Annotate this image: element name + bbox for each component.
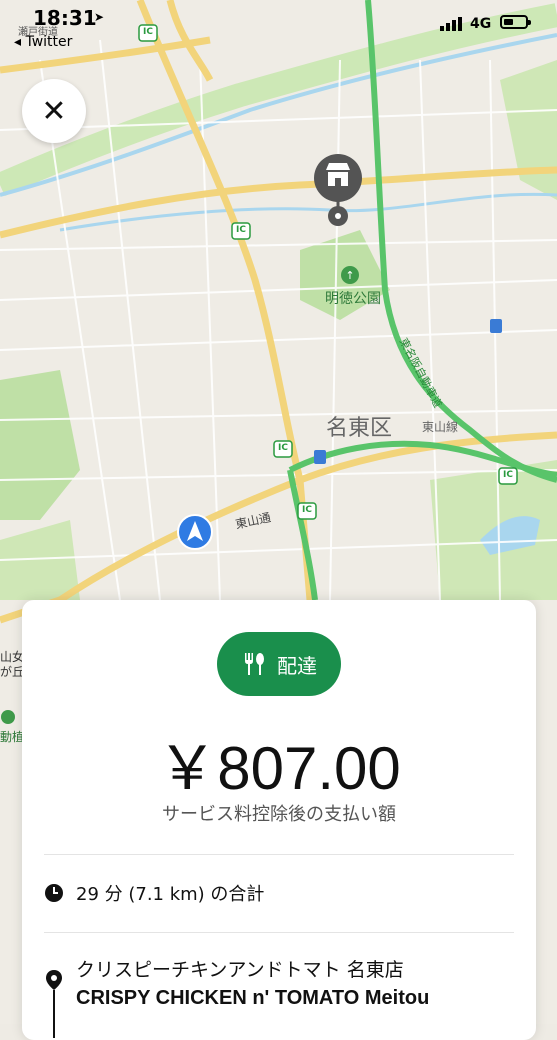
close-icon: ✕: [41, 93, 67, 129]
payout-amount: ￥807.00: [157, 735, 401, 802]
close-button[interactable]: ✕: [22, 79, 86, 143]
divider: [44, 932, 514, 933]
svg-text:↑: ↑: [345, 269, 354, 282]
ic-badge: IC: [503, 470, 513, 480]
transit-icon: [314, 450, 326, 464]
badge-label: 配達: [277, 653, 317, 678]
back-to-app-link[interactable]: ◂ Twitter: [14, 34, 72, 50]
ward-label: 名東区: [326, 416, 393, 441]
trip-summary-card: 配達 ￥807.00 サービス料控除後の支払い額 29 分 (7.1 km) の…: [22, 600, 536, 1040]
trip-summary-text: 29 分 (7.1 km) の合計: [76, 884, 265, 905]
place-label: が丘: [0, 665, 25, 679]
place-label: 動植: [0, 730, 25, 744]
pin-icon: [46, 970, 62, 1038]
ic-badge: IC: [236, 225, 246, 235]
zoo-icon: [1, 710, 15, 724]
signal-icon: [440, 17, 462, 31]
transit-icon: [490, 319, 502, 333]
battery-icon: [500, 15, 531, 29]
location-services-icon: ➤: [94, 10, 105, 24]
road-label: 東山線: [422, 420, 459, 434]
payout-subtitle: サービス料控除後の支払い額: [162, 804, 396, 825]
network-type: 4G: [470, 16, 492, 32]
delivery-badge: 配達: [217, 632, 341, 696]
ic-badge: IC: [278, 443, 288, 453]
current-location-arrow: [177, 514, 213, 550]
park-label: 明徳公園: [325, 291, 381, 307]
status-bar: 18:31 ➤ ◂ Twitter 4G: [0, 0, 557, 50]
stop-name-ja: クリスピーチキンアンドトマト 名東店: [76, 959, 404, 981]
ic-badge: IC: [302, 505, 312, 515]
status-time: 18:31: [33, 6, 97, 30]
trip-duration-row: 29 分 (7.1 km) の合計: [44, 880, 264, 906]
clock-icon: [45, 884, 63, 902]
pickup-stop-row[interactable]: クリスピーチキンアンドトマト 名東店 CRISPY CHICKEN n' TOM…: [44, 956, 429, 1038]
fork-knife-icon: [245, 653, 264, 675]
divider: [44, 854, 514, 855]
stop-name-en: CRISPY CHICKEN n' TOMATO Meitou: [76, 987, 430, 1009]
